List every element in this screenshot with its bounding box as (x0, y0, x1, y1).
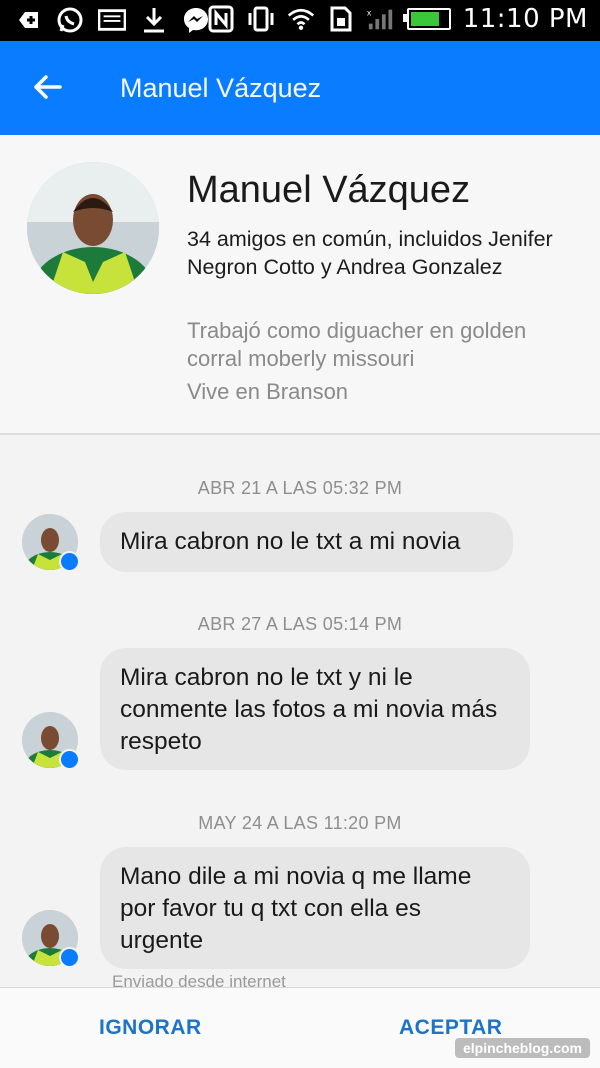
add-icon (14, 6, 42, 34)
message-bubble[interactable]: Mano dile a mi novia q me llame por favo… (100, 847, 530, 969)
sent-from-label: Enviado desde internet (112, 972, 286, 988)
sim-icon (327, 5, 355, 33)
request-actions: IGNORAR ACEPTAR elpincheblog.com (0, 987, 600, 1068)
whatsapp-icon (56, 6, 84, 34)
nfc-icon (207, 5, 235, 33)
messenger-badge-icon (59, 749, 80, 770)
message-timestamp: MAY 24 A LAS 11:20 PM (198, 813, 402, 833)
download-icon (140, 6, 168, 34)
ignore-button[interactable]: IGNORAR (99, 1016, 202, 1040)
profile-avatar[interactable] (27, 162, 159, 294)
profile-name: Manuel Vázquez (187, 169, 471, 211)
accept-button[interactable]: ACEPTAR (399, 1016, 502, 1040)
status-time: 11:10 PM (462, 4, 588, 34)
status-bar: x 11:10 PM (0, 0, 600, 41)
sender-avatar[interactable] (22, 910, 80, 968)
sender-avatar[interactable] (22, 712, 80, 770)
messenger-badge-icon (59, 551, 80, 572)
signal-icon: x (367, 5, 395, 33)
message-bubble[interactable]: Mira cabron no le txt y ni le conmente l… (100, 648, 530, 770)
mutual-friends: 34 amigos en común, incluidos Jenifer Ne… (187, 227, 553, 279)
profile-work: Trabajó como diguacher en golden corral … (187, 318, 527, 371)
message-timestamp: ABR 21 A LAS 05:32 PM (197, 478, 403, 498)
app-bar: Manuel Vázquez (0, 41, 600, 135)
message-bubble[interactable]: Mira cabron no le txt a mi novia (100, 512, 513, 572)
sender-avatar[interactable] (22, 514, 80, 572)
watermark: elpincheblog.com (454, 1038, 590, 1058)
svg-text:x: x (367, 7, 372, 17)
wifi-icon (287, 5, 315, 33)
back-arrow-icon[interactable] (28, 67, 68, 107)
message-timestamp: ABR 27 A LAS 05:14 PM (197, 614, 403, 634)
profile-header: Manuel Vázquez 34 amigos en común, inclu… (0, 135, 600, 435)
battery-icon (402, 8, 451, 30)
app-bar-title: Manuel Vázquez (120, 73, 322, 103)
messenger-badge-icon (59, 947, 80, 968)
message-icon (98, 6, 126, 34)
vibrate-icon (247, 5, 275, 33)
profile-location: Vive en Branson (187, 379, 349, 404)
